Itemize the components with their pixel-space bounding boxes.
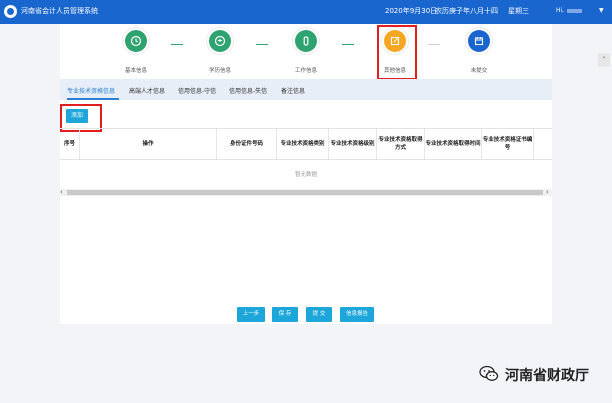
table-header: 序号 操作 身份证件号码 专业技术资格类别 专业技术资格级别 专业技术资格取得方… — [60, 128, 552, 160]
weekday-text: 星期三 — [508, 7, 529, 15]
tab-credit-untrustworthy[interactable]: 信用信息-失信 — [229, 86, 267, 95]
lunar-date-text: 农历庚子年八月十四 — [435, 7, 498, 15]
active-tab-underline — [67, 98, 119, 100]
column-header-index: 序号 — [60, 129, 80, 159]
tab-high-end-talent[interactable]: 高端人才信息 — [129, 86, 165, 95]
wechat-icon — [479, 365, 499, 381]
step-label: 工作信息 — [294, 68, 317, 74]
date-text: 2020年9月30日 — [385, 7, 438, 15]
briefcase-icon — [292, 27, 320, 55]
scroll-left-icon[interactable]: ‹ — [60, 188, 63, 196]
step-connector — [428, 44, 440, 45]
submit-button[interactable]: 提 交 — [306, 307, 332, 322]
clock-icon — [122, 27, 150, 55]
tab-credit-trustworthy[interactable]: 信用信息-守信 — [178, 86, 216, 95]
table-empty-text: 暂无数据 — [294, 172, 317, 178]
column-header-date: 专业技术资格取得时间 — [425, 129, 482, 159]
step-not-submitted[interactable]: 未提交 — [449, 24, 509, 79]
step-label: 未提交 — [470, 68, 488, 74]
user-menu-caret-icon[interactable]: ▼ — [599, 7, 604, 14]
column-header-id-number: 身份证件号码 — [217, 129, 277, 159]
tab-professional-qualification[interactable]: 专业技术资格信息 — [67, 86, 115, 95]
app-title: 河南省会计人员管理系统 — [21, 7, 98, 15]
tab-remarks[interactable]: 备注信息 — [281, 86, 305, 95]
step-work-info[interactable]: 工作信息 — [276, 24, 336, 79]
graduation-icon — [206, 27, 234, 55]
step-connector — [256, 44, 268, 45]
column-header-level: 专业技术资格级别 — [329, 129, 377, 159]
user-name-redacted — [567, 9, 582, 13]
calendar-icon — [465, 27, 493, 55]
info-report-button[interactable]: 信息报告 — [340, 307, 374, 322]
scroll-up-button[interactable]: ⌃ — [598, 53, 610, 67]
app-logo-icon — [4, 5, 17, 18]
scrollbar-thumb[interactable] — [67, 190, 543, 195]
prev-step-button[interactable]: 上一步 — [237, 307, 265, 322]
save-button[interactable]: 保 存 — [272, 307, 298, 322]
step-label: 基本信息 — [124, 68, 147, 74]
top-bar: 河南省会计人员管理系统 2020年9月30日 农历庚子年八月十四 星期三 Hi,… — [0, 0, 612, 24]
progress-steps: 基本信息 学历信息 工作信息 其他信息 未提交 — [60, 24, 552, 80]
column-header-certificate-number: 专业技术资格证书编号 — [482, 129, 534, 159]
highlight-box-current-step — [377, 25, 417, 80]
main-panel: 基本信息 学历信息 工作信息 其他信息 未提交 ⌃ 专业技术资格信息 高端人才信… — [60, 24, 610, 324]
column-header-actions: 操作 — [80, 129, 217, 159]
scroll-right-icon[interactable]: › — [546, 188, 549, 196]
column-header-category: 专业技术资格类别 — [277, 129, 329, 159]
step-label: 学历信息 — [208, 68, 231, 74]
tab-bar: 专业技术资格信息 高端人才信息 信用信息-守信 信用信息-失信 备注信息 — [60, 79, 552, 100]
horizontal-scrollbar[interactable]: ‹ › — [60, 188, 552, 196]
step-connector — [171, 44, 183, 45]
watermark-text: 河南省财政厅 — [505, 368, 589, 384]
step-education-info[interactable]: 学历信息 — [190, 24, 250, 79]
column-header-method: 专业技术资格取得方式 — [377, 129, 425, 159]
step-basic-info[interactable]: 基本信息 — [106, 24, 166, 79]
user-greeting[interactable]: Hi, — [556, 7, 564, 14]
step-connector — [342, 44, 354, 45]
